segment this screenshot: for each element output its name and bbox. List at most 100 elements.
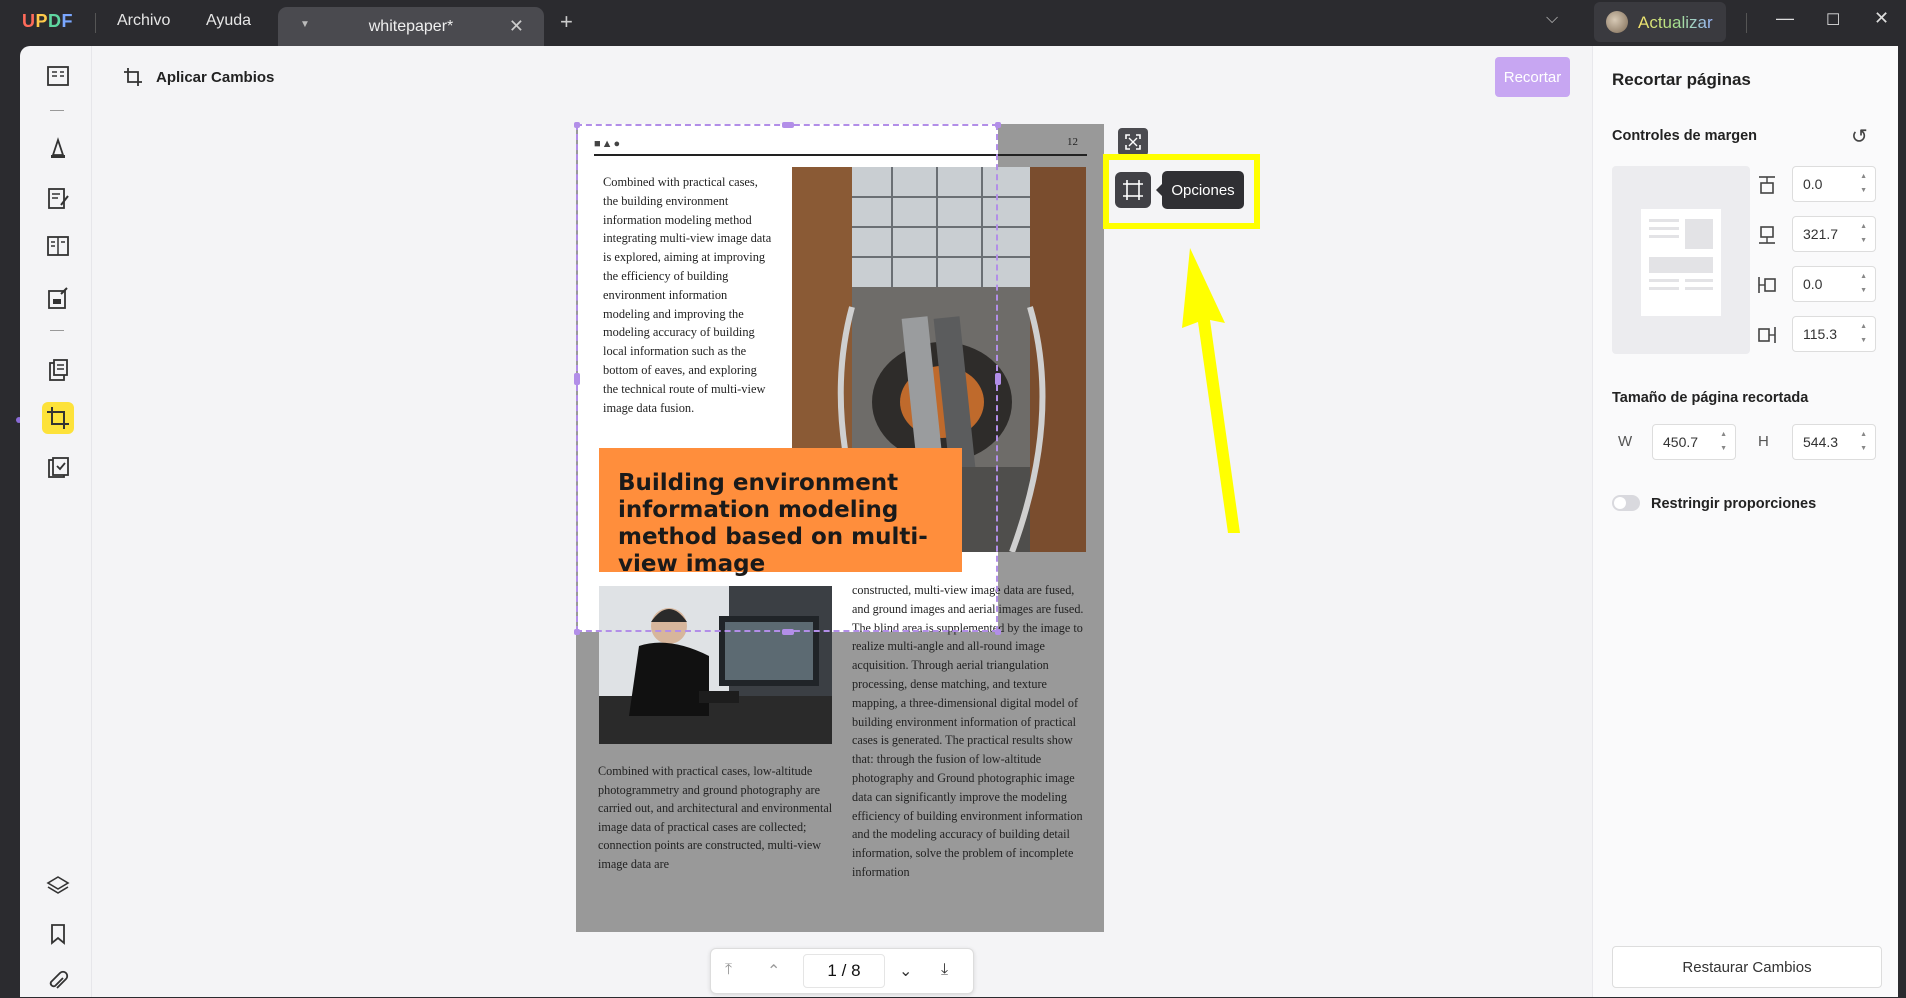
crop-handle-left[interactable] [574,373,580,385]
total-pages: 8 [851,961,861,980]
minimize-icon[interactable]: — [1776,8,1794,29]
convert-icon[interactable] [42,354,74,386]
reader-icon[interactable] [42,60,74,92]
title-divider [95,13,96,33]
next-page-icon[interactable]: ⌄ [899,961,912,981]
reset-margins-icon[interactable]: ↺ [1851,124,1868,149]
maximize-icon[interactable]: ☐ [1826,10,1840,30]
page-separator: / [841,961,847,980]
ocr-icon[interactable] [42,452,74,484]
page-navigator: ⤒ ⌃ 1 / 8 ⌄ ⤓ [710,948,974,994]
crop-handle-corner[interactable] [995,629,1001,635]
constrain-proportions-toggle[interactable] [1612,495,1640,511]
window-edge [0,46,20,997]
crop-handle-corner[interactable] [574,122,580,128]
tab-close-icon[interactable]: ✕ [509,16,524,37]
menu-ayuda[interactable]: Ayuda [206,12,251,30]
margin-bottom-input[interactable]: 321.7 ▲ ▼ [1792,216,1876,252]
margin-bottom-row: 321.7 ▲ ▼ [1756,216,1876,252]
page-number: 12 [1067,136,1078,148]
page-thumbnail [1641,209,1721,316]
page-organize-icon[interactable] [42,230,74,262]
height-value: 544.3 [1803,434,1839,450]
margin-left-input[interactable]: 0.0 ▲ ▼ [1792,266,1876,302]
margin-right-icon [1758,327,1776,343]
crop-box-icon [1123,180,1143,200]
decrement-icon[interactable]: ▼ [1860,237,1867,244]
increment-icon[interactable]: ▲ [1860,273,1867,280]
crop-box[interactable] [576,124,998,632]
last-page-icon[interactable]: ⤓ [941,961,948,979]
crop-handle-corner[interactable] [574,629,580,635]
increment-icon[interactable]: ▲ [1860,173,1867,180]
decrement-icon[interactable]: ▼ [1860,337,1867,344]
margin-bottom-icon [1759,226,1775,244]
cropped-size-title: Tamaño de página recortada [1612,390,1809,406]
crop-button[interactable]: Recortar [1495,57,1570,97]
expand-icon [1125,134,1141,150]
form-icon[interactable] [42,282,74,314]
decrement-icon[interactable]: ▼ [1860,287,1867,294]
left-toolbar [20,46,92,997]
height-input[interactable]: 544.3 ▲ ▼ [1792,424,1876,460]
height-label: H [1758,433,1769,450]
close-window-icon[interactable]: ✕ [1874,8,1889,29]
margin-left-row: 0.0 ▲ ▼ [1756,266,1876,302]
margin-left-icon [1758,277,1776,293]
current-page: 1 [827,961,837,980]
constrain-proportions-label: Restringir proporciones [1651,496,1817,512]
apply-changes-label: Aplicar Cambios [156,68,275,86]
margin-right-input[interactable]: 115.3 ▲ ▼ [1792,316,1876,352]
title-divider [1746,13,1747,33]
previous-page-icon[interactable]: ⌃ [767,961,780,981]
crop-handle-corner[interactable] [995,122,1001,128]
increment-icon[interactable]: ▲ [1860,323,1867,330]
app-logo: UPDF [22,11,74,31]
decrement-icon[interactable]: ▼ [1720,445,1727,452]
width-input[interactable]: 450.7 ▲ ▼ [1652,424,1736,460]
margin-top-icon [1759,176,1775,194]
edit-pdf-icon[interactable] [42,182,74,214]
apply-changes-button[interactable]: Aplicar Cambios [122,66,274,88]
panel-title: Recortar páginas [1612,70,1751,89]
crop-icon[interactable] [42,402,74,434]
comment-icon[interactable] [42,132,74,164]
page-input[interactable]: 1 / 8 [803,954,885,988]
first-page-icon[interactable]: ⤒ [725,961,732,979]
decrement-icon[interactable]: ▼ [1860,187,1867,194]
restore-changes-button[interactable]: Restaurar Cambios [1612,946,1882,988]
new-tab-icon[interactable]: + [560,9,573,35]
crop-options-button[interactable] [1115,172,1151,208]
margin-right-value: 115.3 [1803,326,1837,342]
document-tab[interactable]: ▼ whitepaper* ✕ [278,7,544,46]
paragraph-left: Combined with practical cases, low-altit… [598,764,833,871]
margin-bottom-value: 321.7 [1803,226,1839,242]
bookmark-icon[interactable] [42,918,74,950]
tabs-dropdown-icon[interactable]: ⌵ [1546,10,1558,28]
layers-icon[interactable] [42,870,74,902]
width-label: W [1618,433,1633,450]
increment-icon[interactable]: ▲ [1860,431,1867,438]
fit-page-button[interactable] [1118,128,1148,156]
crop-handle-bottom[interactable] [782,629,794,635]
crop-apply-icon [124,68,142,86]
crop-handle-right[interactable] [995,373,1001,385]
increment-icon[interactable]: ▲ [1860,223,1867,230]
decrement-icon[interactable]: ▼ [1860,445,1867,452]
width-value: 450.7 [1663,434,1699,450]
title-bar: UPDF Archivo Ayuda ▼ whitepaper* ✕ + ⌵ A… [0,0,1906,46]
increment-icon[interactable]: ▲ [1720,431,1727,438]
margin-top-input[interactable]: 0.0 ▲ ▼ [1792,166,1876,202]
margin-left-value: 0.0 [1803,276,1823,292]
margin-right-row: 115.3 ▲ ▼ [1756,316,1876,352]
margin-top-value: 0.0 [1803,176,1823,192]
upgrade-button[interactable]: Actualizar [1594,2,1726,42]
options-tooltip: Opciones [1156,171,1244,209]
toolbar-divider [50,330,64,331]
tab-title: whitepaper* [368,18,454,35]
attachment-icon[interactable] [42,966,74,998]
upgrade-label: Actualizar [1638,13,1713,32]
crop-handle-top[interactable] [782,122,794,128]
margin-controls-title: Controles de margen [1612,128,1758,144]
menu-archivo[interactable]: Archivo [117,12,170,30]
